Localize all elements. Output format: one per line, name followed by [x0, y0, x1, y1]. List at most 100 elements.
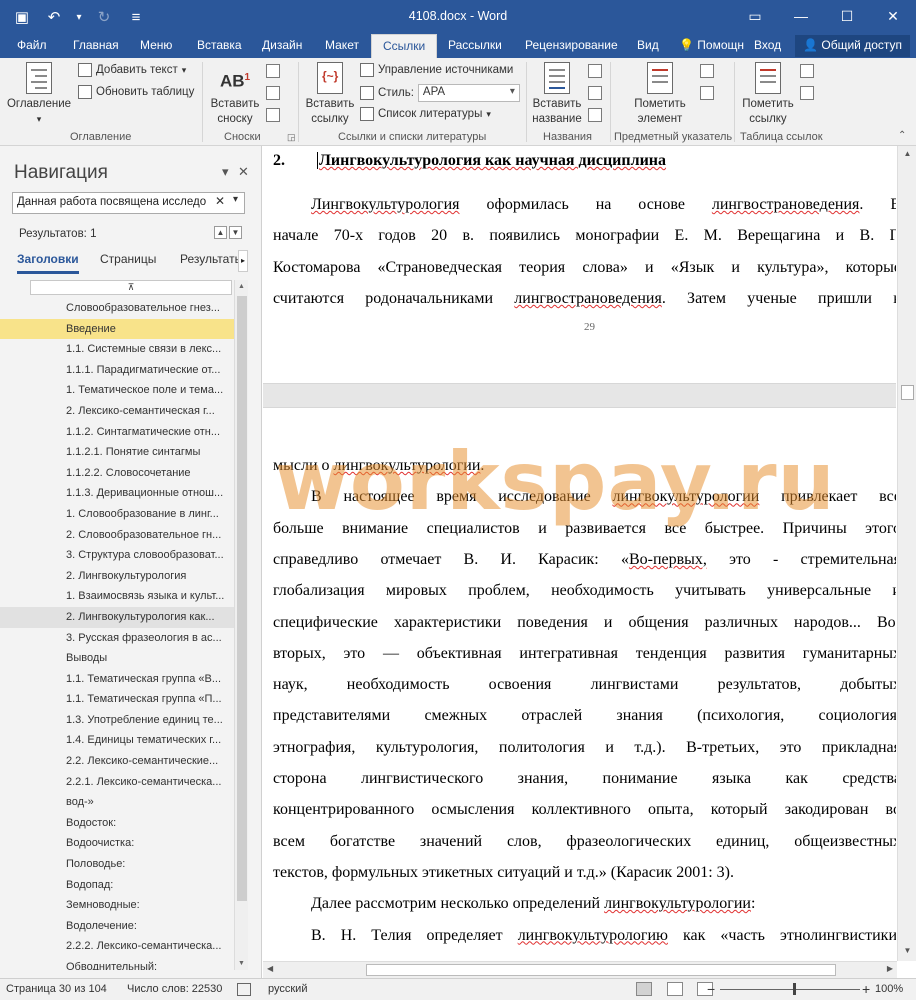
heading-item[interactable]: 3. Структура словообразоват...: [0, 545, 234, 566]
heading-item[interactable]: Водопад:: [0, 875, 234, 896]
nav-tab-headings[interactable]: Заголовки: [17, 252, 79, 274]
heading-item[interactable]: Выводы: [0, 648, 234, 669]
update-table-button[interactable]: Обновить таблицу: [78, 85, 194, 99]
cross-reference-icon[interactable]: [588, 108, 602, 122]
heading-item[interactable]: Водоочистка:: [0, 833, 234, 854]
nav-scrollbar[interactable]: ▲ ▼: [234, 280, 248, 970]
show-notes-icon[interactable]: [266, 108, 280, 122]
nav-close-icon[interactable]: ✕: [238, 164, 249, 180]
tab-file[interactable]: Файл: [17, 38, 47, 52]
insert-footnote-button[interactable]: AB1 Вставить сноску: [206, 62, 264, 127]
heading-item[interactable]: 1.1. Тематическая группа «П...: [0, 689, 234, 710]
zoom-slider-thumb[interactable]: [793, 983, 797, 995]
tell-me-button[interactable]: 💡 Помощн: [679, 38, 744, 52]
document-scrollbar[interactable]: ▲ ▼: [897, 146, 916, 961]
h-scroll-thumb[interactable]: [366, 964, 836, 976]
next-result-icon[interactable]: ▼: [229, 226, 242, 239]
heading-item[interactable]: 1. Взаимосвязь языка и культ...: [0, 586, 234, 607]
update-index-icon[interactable]: [700, 86, 714, 100]
section-heading[interactable]: 2. Лингвокультурология как научная дисцип…: [273, 152, 667, 170]
tab-home[interactable]: Главная: [73, 38, 119, 52]
tab-mailings[interactable]: Рассылки: [448, 38, 502, 52]
style-dropdown[interactable]: APA: [417, 84, 520, 102]
doc-scroll-down-icon[interactable]: ▼: [901, 946, 914, 958]
search-options-icon[interactable]: ▾: [233, 194, 238, 205]
language-indicator[interactable]: русский: [268, 983, 307, 995]
horizontal-scrollbar[interactable]: ◀ ▶: [263, 961, 897, 978]
heading-item[interactable]: Водолечение:: [0, 916, 234, 937]
nav-tab-results[interactable]: Результать: [180, 252, 241, 266]
collapse-all-row[interactable]: ⊼: [30, 280, 232, 295]
scroll-left-icon[interactable]: ◀: [267, 964, 273, 973]
heading-item[interactable]: вод-»: [0, 792, 234, 813]
doc-scroll-thumb[interactable]: [901, 385, 914, 400]
heading-item[interactable]: 1.4. Единицы тематических г...: [0, 730, 234, 751]
zoom-slider[interactable]: [720, 989, 860, 990]
tab-review[interactable]: Рецензирование: [525, 38, 618, 52]
doc-scroll-up-icon[interactable]: ▲: [901, 149, 914, 161]
heading-item[interactable]: 2.2.2. Лексико-семантическа...: [0, 936, 234, 957]
heading-item[interactable]: 2. Лексико-семантическая г...: [0, 401, 234, 422]
share-button[interactable]: 👤 Общий доступ: [795, 35, 910, 57]
insert-table-of-figures-icon[interactable]: [588, 64, 602, 78]
heading-item[interactable]: 1.1.2.2. Словосочетание: [0, 463, 234, 484]
heading-item[interactable]: 1. Словообразование в линг...: [0, 504, 234, 525]
tab-layout[interactable]: Макет: [325, 38, 359, 52]
insert-citation-button[interactable]: {~} Вставить ссылку: [302, 62, 358, 127]
document-area[interactable]: 2. Лингвокультурология как научная дисцип…: [263, 146, 896, 961]
heading-item[interactable]: 1.1. Системные связи в лекс...: [0, 339, 234, 360]
heading-item[interactable]: 2.2.1. Лексико-семантическа...: [0, 772, 234, 793]
update-table-of-authorities-icon[interactable]: [800, 86, 814, 100]
insert-index-icon[interactable]: [700, 64, 714, 78]
next-footnote-icon[interactable]: [266, 86, 280, 100]
heading-item[interactable]: 3. Русская фразеология в ас...: [0, 628, 234, 649]
heading-item[interactable]: 1.1.2.1. Понятие синтагмы: [0, 442, 234, 463]
heading-item[interactable]: 1. Тематическое поле и тема...: [0, 380, 234, 401]
heading-item[interactable]: Словообразовательное гнез...: [0, 298, 234, 319]
word-count[interactable]: Число слов: 22530: [127, 983, 222, 995]
heading-item[interactable]: 1.1.1. Парадигматические от...: [0, 360, 234, 381]
maximize-icon[interactable]: ☐: [824, 0, 870, 32]
minimize-icon[interactable]: —: [778, 0, 824, 32]
insert-caption-button[interactable]: Вставить название: [530, 62, 584, 127]
print-layout-icon[interactable]: [667, 982, 683, 996]
tab-design[interactable]: Дизайн: [262, 38, 302, 52]
toc-button[interactable]: Оглавление ▾: [4, 62, 74, 127]
dialog-launcher-icon[interactable]: ◲: [287, 132, 296, 143]
style-selector[interactable]: Стиль: APA: [360, 84, 520, 102]
scroll-down-icon[interactable]: ▼: [235, 957, 248, 970]
heading-item[interactable]: 2. Словообразовательное гн...: [0, 525, 234, 546]
proofing-icon[interactable]: [237, 983, 251, 996]
heading-item[interactable]: Водосток:: [0, 813, 234, 834]
heading-item[interactable]: 2. Лингвокультурология как...: [0, 606, 234, 628]
tab-references[interactable]: Ссылки: [371, 34, 438, 59]
heading-item[interactable]: 1.1.2. Синтагматические отн...: [0, 422, 234, 443]
nav-scroll-thumb[interactable]: [237, 296, 247, 901]
zoom-level[interactable]: 100%: [875, 983, 903, 995]
heading-item[interactable]: Обводнительный:: [0, 957, 234, 970]
mark-entry-button[interactable]: Пометить элемент: [626, 62, 694, 127]
nav-menu-icon[interactable]: ▾: [222, 164, 229, 180]
heading-item[interactable]: 1.1. Тематическая группа «В...: [0, 669, 234, 690]
scroll-up-icon[interactable]: ▲: [235, 280, 248, 293]
insert-table-of-authorities-icon[interactable]: [800, 64, 814, 78]
zoom-out-icon[interactable]: −: [707, 981, 715, 997]
tab-menu[interactable]: Меню: [140, 38, 172, 52]
nav-tabs-scroll-icon[interactable]: ▸: [238, 250, 248, 272]
heading-item[interactable]: 2. Лингвокультурология: [0, 566, 234, 587]
scroll-right-icon[interactable]: ▶: [887, 964, 893, 973]
previous-result-icon[interactable]: ▲: [214, 226, 227, 239]
heading-item[interactable]: Введение: [0, 318, 234, 340]
clear-search-icon[interactable]: ✕: [215, 194, 225, 208]
ribbon-options-icon[interactable]: ▭: [732, 0, 778, 32]
heading-item[interactable]: 1.1.3. Деривационные отнош...: [0, 483, 234, 504]
close-icon[interactable]: ✕: [870, 0, 916, 32]
add-text-button[interactable]: Добавить текст ▾: [78, 63, 186, 77]
page-indicator[interactable]: Страница 30 из 104: [6, 983, 107, 995]
collapse-ribbon-icon[interactable]: ⌃: [898, 130, 906, 141]
mark-citation-button[interactable]: Пометить ссылку: [738, 62, 798, 127]
heading-item[interactable]: Земноводные:: [0, 895, 234, 916]
heading-item[interactable]: Половодье:: [0, 854, 234, 875]
insert-endnote-icon[interactable]: [266, 64, 280, 78]
update-table-of-figures-icon[interactable]: [588, 86, 602, 100]
